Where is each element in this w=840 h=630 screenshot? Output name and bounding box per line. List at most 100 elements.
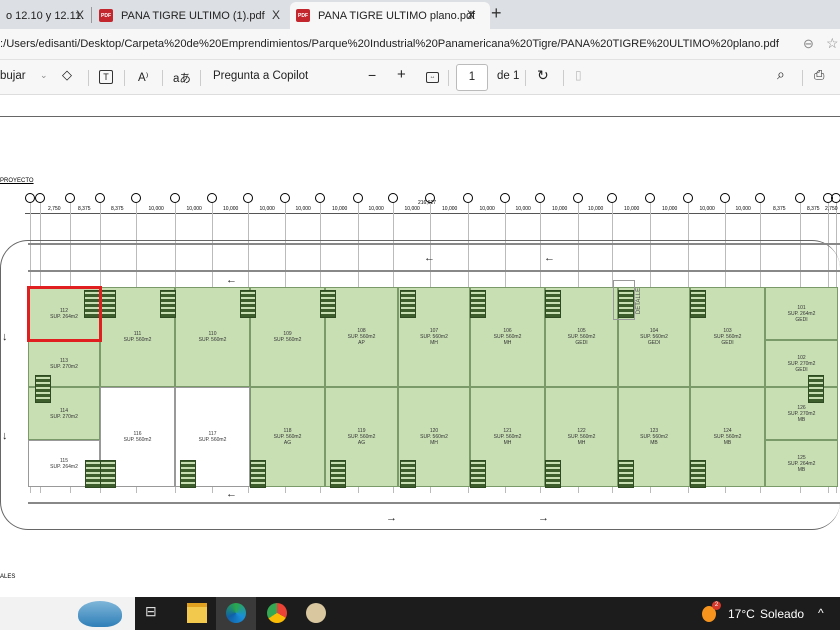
- unit-use: MH: [430, 340, 438, 346]
- dimension-label: 10,000: [479, 206, 495, 212]
- grid-axis-marker: [607, 193, 617, 203]
- unit-use: MH: [503, 340, 512, 346]
- weather-temp[interactable]: 17°C: [728, 607, 755, 621]
- stair-core: [100, 290, 116, 318]
- dimension-label: 10,000: [404, 206, 420, 212]
- unit-102[interactable]: 102 SUP. 270m2 GEDI: [765, 340, 838, 387]
- unit-101[interactable]: 101 SUP. 264m2 GEDI: [765, 287, 838, 340]
- unit-109[interactable]: 109 SUP. 560m2: [250, 287, 325, 387]
- selected-unit-highlight: [27, 286, 102, 342]
- unit-use: GEDI: [795, 366, 808, 373]
- grid-axis-marker: [573, 193, 583, 203]
- floor-plan: PROYECTO ALES 216,627 2,750 8,375 8,375 10,…: [0, 0, 840, 597]
- footer-title: ALES: [0, 574, 16, 580]
- grid-axis-marker: [500, 193, 510, 203]
- grid-axis-marker: [35, 193, 45, 203]
- unit-use: MB: [650, 440, 658, 446]
- stair-core: [160, 290, 176, 318]
- dimension-label: 10,000: [552, 206, 568, 212]
- file-explorer-icon[interactable]: [187, 603, 207, 623]
- stair-core: [470, 460, 486, 488]
- grid-axis-marker: [280, 193, 290, 203]
- unit-use: GEDI: [575, 340, 588, 346]
- dolphin-icon: [78, 601, 122, 627]
- unit-use: MB: [723, 440, 732, 446]
- dimension-label: 10,000: [148, 206, 164, 212]
- stair-core: [400, 290, 416, 318]
- dimension-label: 8,375: [111, 206, 124, 212]
- unit-area: SUP. 560m2: [273, 337, 302, 343]
- weather-text[interactable]: Soleado: [760, 607, 804, 621]
- arrow-down-icon: ↓: [2, 331, 8, 343]
- grid-axis-marker: [755, 193, 765, 203]
- dimension-label: 10,000: [332, 206, 348, 212]
- stair-core: [330, 460, 346, 488]
- stair-core: [100, 460, 116, 488]
- paint-icon[interactable]: [306, 603, 326, 623]
- stair-core: [320, 290, 336, 318]
- edge-icon[interactable]: [226, 603, 246, 623]
- grid-axis-marker: [388, 193, 398, 203]
- arrow-left-icon: ←: [226, 274, 237, 286]
- dimension-label: 8,375: [773, 206, 786, 212]
- stair-core: [808, 375, 824, 403]
- unit-use: GEDI: [647, 340, 661, 346]
- dimension-label: 10,000: [186, 206, 202, 212]
- stair-core: [545, 290, 561, 318]
- grid-axis-marker: [645, 193, 655, 203]
- unit-area: SUP. 560m2: [123, 337, 152, 343]
- search-area[interactable]: [0, 597, 135, 630]
- dimension-label: 10,000: [223, 206, 239, 212]
- unit-use: MH: [430, 440, 438, 446]
- stair-core: [690, 290, 706, 318]
- dimension-line: [25, 213, 840, 214]
- task-view-icon[interactable]: ⊟: [145, 603, 165, 623]
- arrow-left-icon: ←: [226, 488, 237, 500]
- unit-area: SUP. 560m2: [198, 437, 227, 443]
- grid-axis-marker: [795, 193, 805, 203]
- grid-axis-marker: [315, 193, 325, 203]
- weather-badge: 2: [712, 601, 721, 610]
- chrome-icon[interactable]: [267, 603, 287, 623]
- grid-axis-marker: [95, 193, 105, 203]
- stair-core: [180, 460, 196, 488]
- stair-core: [400, 460, 416, 488]
- unit-126[interactable]: 126 SUP. 270m2 MB: [765, 387, 838, 440]
- unit-area: SUP. 270m2: [50, 413, 78, 420]
- stair-core: [85, 460, 101, 488]
- unit-110[interactable]: 110 SUP. 560m2: [175, 287, 250, 387]
- grid-axis-marker: [425, 193, 435, 203]
- dimension-label: 10,000: [295, 206, 311, 212]
- grid-axis-marker: [131, 193, 141, 203]
- grid-axis-marker: [463, 193, 473, 203]
- unit-use: AP: [358, 340, 365, 346]
- stair-core: [470, 290, 486, 318]
- stair-core: [545, 460, 561, 488]
- dimension-label: 10,000: [699, 206, 715, 212]
- section-title: PROYECTO: [0, 178, 34, 184]
- arrow-right-icon: →: [538, 512, 549, 524]
- show-hidden-icons-button[interactable]: ^: [818, 606, 824, 620]
- grid-axis-marker: [243, 193, 253, 203]
- stair-core: [250, 460, 266, 488]
- road-line: [28, 502, 840, 504]
- unit-125[interactable]: 125 SUP. 264m2 MB: [765, 440, 838, 487]
- unit-use: MH: [503, 440, 512, 446]
- stair-core: [35, 375, 51, 403]
- unit-area: SUP. 560m2: [198, 337, 227, 343]
- road-line: [28, 243, 840, 245]
- unit-use: AG: [357, 440, 366, 446]
- grid-axis-marker: [535, 193, 545, 203]
- stair-core: [240, 290, 256, 318]
- road-line: [28, 270, 840, 272]
- unit-use: MB: [797, 416, 806, 423]
- dimension-label: 10,000: [735, 206, 751, 212]
- grid-axis-marker: [831, 193, 840, 203]
- stair-core: [690, 460, 706, 488]
- grid-axis-marker: [25, 193, 35, 203]
- grid-axis-marker: [65, 193, 75, 203]
- grid-axis-marker: [720, 193, 730, 203]
- unit-use: MB: [797, 466, 806, 473]
- stair-core: [618, 460, 634, 488]
- dimension-label: 10,000: [515, 206, 531, 212]
